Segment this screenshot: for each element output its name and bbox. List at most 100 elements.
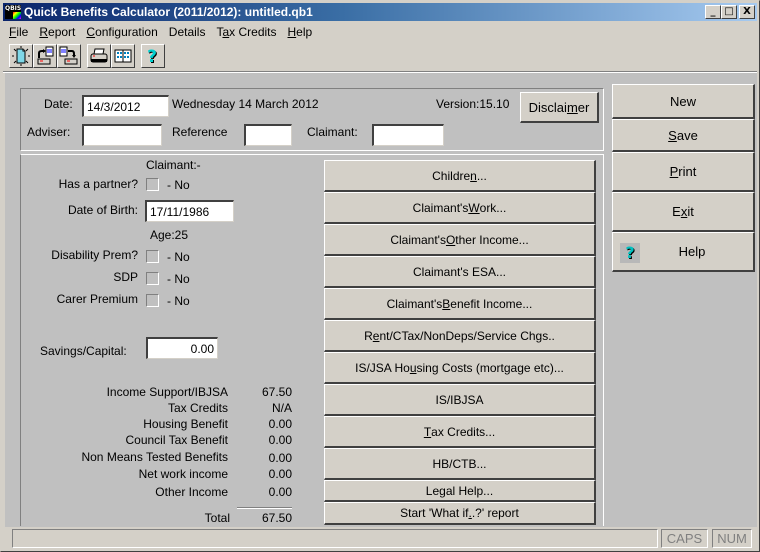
result-label: Council Tax Benefit [125,433,228,447]
btn-label-post: sing Costs (mortgage etc)... [416,360,564,375]
calculator-icon [114,49,132,63]
app-logo-icon[interactable]: QBIS [5,5,21,19]
sdp-label: SDP [113,270,138,284]
disability-prem-checkbox[interactable] [146,250,159,263]
claimants-esa-button[interactable]: Claimant's ESA... [324,256,596,288]
help-icon: ? ? [147,47,158,66]
children-button[interactable]: Childre n... [324,160,596,192]
result-value: 0.00 [268,417,292,431]
btn-label-accel: O [445,232,456,247]
app-window: QBIS Quick Benefits Calculator (2011/201… [0,0,760,552]
btn-label-accel: W [468,200,480,215]
result-value: 0.00 [268,485,292,499]
menu-help-accel: H [287,25,297,39]
window-title: Quick Benefits Calculator (2011/2012): u… [24,5,313,19]
claimant-heading: Claimant:- [146,158,201,172]
menu-tax-credits[interactable]: Tax Credits [210,25,281,39]
result-value: 0.00 [268,433,292,447]
menu-help[interactable]: Help [282,25,318,39]
result-label: Housing Benefit [143,417,228,431]
result-value: 0.00 [268,467,292,481]
dob-field[interactable] [145,200,234,222]
claimants-other-income-button[interactable]: Claimant's Other Income... [324,224,596,256]
btn-label-pre: Start 'What if [400,506,469,520]
result-label: Tax Credits [167,401,228,415]
print-button[interactable]: Print [612,152,755,192]
menu-report-accel: R [39,25,49,39]
save-button-label: ave [676,127,698,143]
close-button[interactable]: X [739,5,755,19]
exit-button-label: it [687,204,694,219]
savings-label: Savings/Capital: [40,344,127,358]
save-button-accel: S [668,127,677,143]
menu-configuration[interactable]: Configuration [80,25,162,39]
disclaimer-label-post: er [577,99,590,115]
help-button[interactable]: ? Help [612,232,755,272]
save-button[interactable]: Save [612,119,755,152]
tax-credits-button[interactable]: Tax Credits... [324,416,596,448]
maximize-button[interactable]: □ [721,5,737,19]
savings-field[interactable] [146,337,218,359]
has-partner-checkbox[interactable] [146,178,159,191]
claimants-work-button[interactable]: Claimant's Work... [324,192,596,224]
caps-indicator: CAPS [661,529,708,548]
result-value: 67.50 [261,385,292,399]
btn-label-post: ork... [479,200,507,215]
print-button-label: rint [678,164,697,179]
save-file-button[interactable] [57,44,81,68]
print-button[interactable] [87,44,111,68]
help-toolbar-button[interactable]: ? ? [141,44,165,68]
menu-report-label: eport [48,25,76,39]
what-if-report-button[interactable]: Start 'What if. .?' report [324,502,596,525]
menu-bar: File Report Configuration Details Tax Cr… [3,23,317,41]
claimant-name-field[interactable] [372,124,444,146]
disclaimer-button[interactable]: Disclai m er [520,92,599,123]
title-bar[interactable]: QBIS Quick Benefits Calculator (2011/201… [3,3,757,21]
print-icon [90,48,108,63]
menu-details[interactable]: Details [163,25,211,39]
menu-report[interactable]: Report [33,25,80,39]
open-file-icon [37,46,54,65]
menu-file[interactable]: File [3,25,33,39]
btn-label-pre: Claimant's ESA... [413,264,506,279]
btn-label-pre: Legal Help... [425,483,494,498]
reference-label: Reference [172,125,228,139]
new-document-icon [12,46,30,66]
version-text: Version:15.10 [436,97,510,111]
exit-button[interactable]: Ex it [612,192,755,232]
is-jsa-housing-costs-button[interactable]: IS/JSA Ho u sing Costs (mortgage etc)... [324,352,596,384]
carer-premium-label: Carer Premium [56,292,138,306]
disclaimer-label-pre: Disclai [528,99,567,115]
open-file-button[interactable] [33,44,57,68]
toolbar: ? ? [9,44,165,70]
adviser-label: Adviser: [27,125,71,139]
claimants-benefit-income-button[interactable]: Claimant's Benefit Income... [324,288,596,320]
btn-label-pre: HB/CTB... [432,456,487,471]
status-message [12,529,658,548]
hb-ctb-button[interactable]: HB/CTB... [324,448,596,480]
btn-label-accel: u [409,360,417,375]
has-partner-label: Has a partner? [58,177,138,191]
reference-field[interactable] [244,124,292,146]
btn-label-accel: B [442,296,451,311]
calculator-button[interactable] [111,44,135,68]
legal-help-button[interactable]: Legal Help... [324,480,596,502]
new-document-button[interactable] [9,44,33,68]
status-bar: CAPS NUM [3,527,757,551]
btn-label-pre: R [364,328,373,343]
window-controls: _ □ X [705,5,755,19]
result-label: Income Support/IBJSA [106,385,228,399]
new-button[interactable]: New [612,84,755,119]
is-ibjsa-button[interactable]: IS/IBJSA [324,384,596,416]
rent-ctax-nondeps-button[interactable]: Re nt/CTax/NonDeps/Service Chgs.. [324,320,596,352]
minimize-button[interactable]: _ [705,5,721,19]
btn-label-post: ... [476,168,487,183]
carer-premium-checkbox[interactable] [146,294,159,307]
adviser-field[interactable] [82,124,162,146]
btn-label-pre: Claimant's [386,296,443,311]
has-partner-value: - No [167,178,190,192]
print-button-accel: P [669,164,679,179]
num-indicator: NUM [712,529,752,548]
date-field[interactable] [82,95,169,117]
sdp-checkbox[interactable] [146,272,159,285]
